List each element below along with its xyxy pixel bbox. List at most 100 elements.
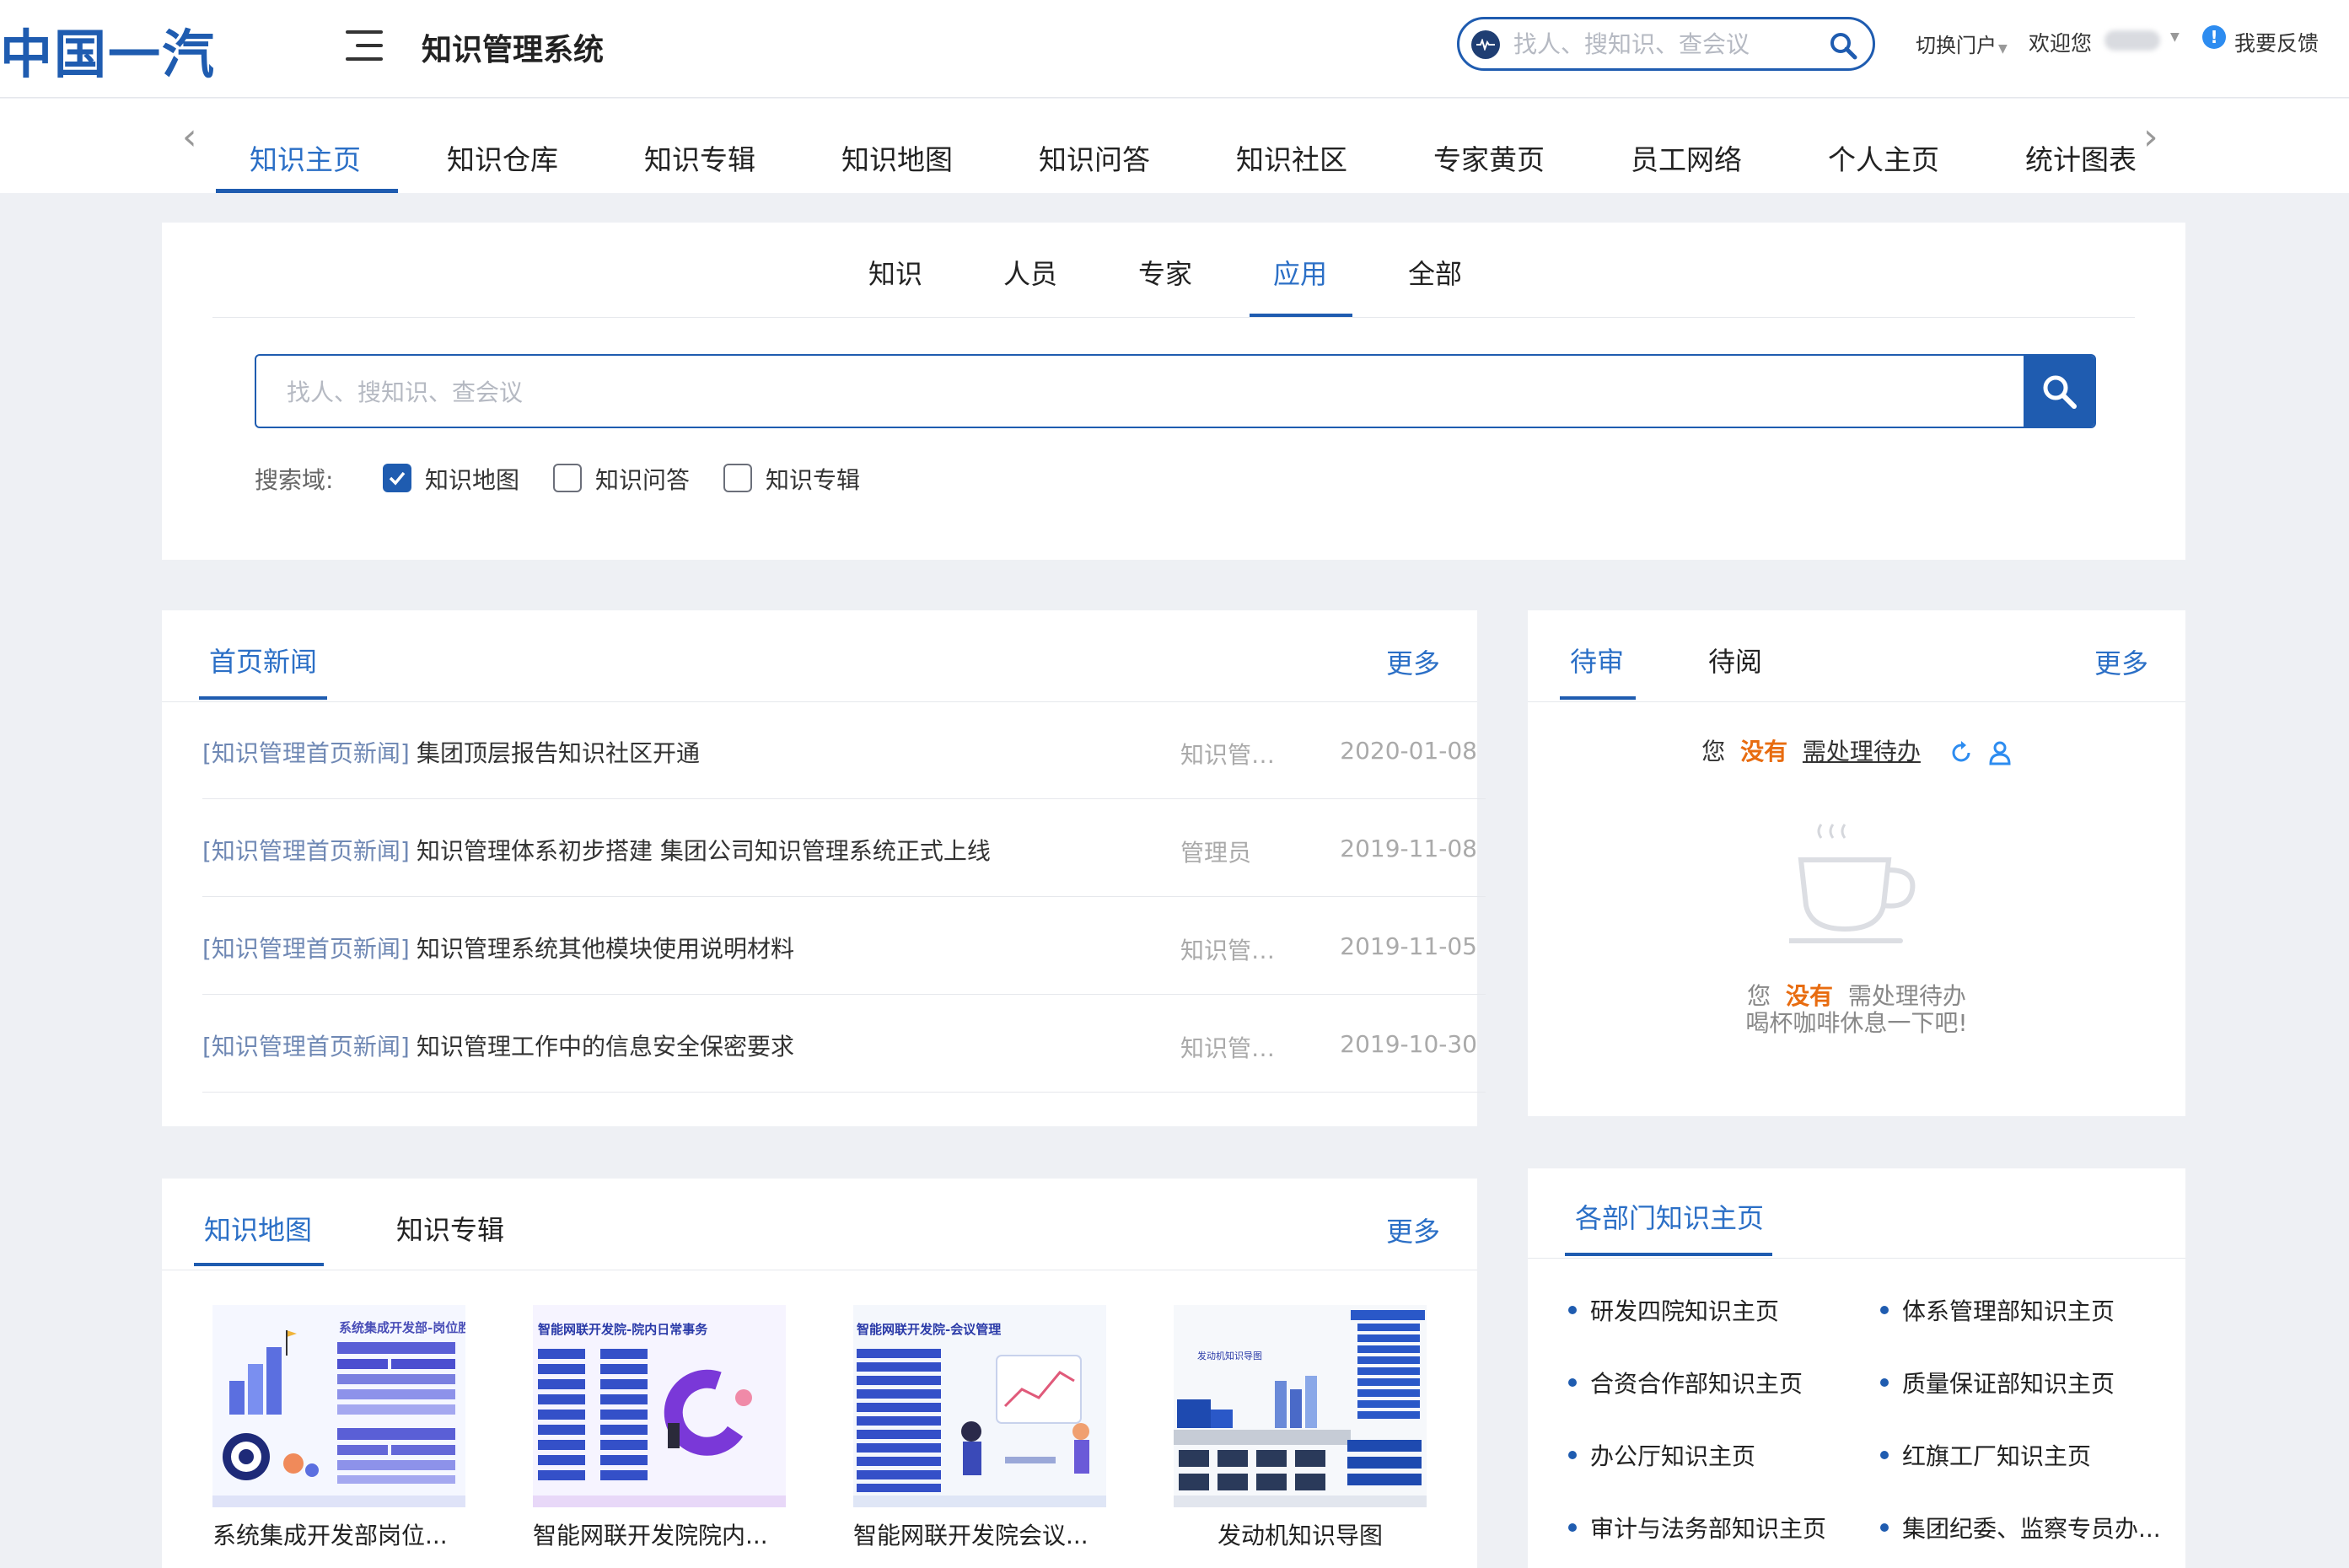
nav-tab-personal[interactable]: 个人主页 xyxy=(1828,137,1939,178)
domain-checkbox-album[interactable] xyxy=(723,464,752,492)
search-tab-all[interactable]: 全部 xyxy=(1408,253,1462,292)
nav-tab-statistics[interactable]: 统计图表 xyxy=(2025,137,2137,178)
news-title[interactable]: 知识管理工作中的信息安全保密要求 xyxy=(417,1028,794,1062)
nav-tab-home[interactable]: 知识主页 xyxy=(250,137,361,178)
search-icon[interactable] xyxy=(1829,31,1857,60)
news-date: 2019-11-08 xyxy=(1340,835,1477,862)
user-icon[interactable] xyxy=(1988,740,2012,765)
departments-card: 各部门知识主页 研发四院知识主页 体系管理部知识主页 合资合作部知识主页 质量保… xyxy=(1528,1168,2185,1568)
bullet-icon xyxy=(1568,1451,1577,1459)
pending-more-link[interactable]: 更多 xyxy=(2094,642,2148,681)
news-category[interactable]: [知识管理首页新闻] xyxy=(202,833,410,867)
user-name-redacted[interactable] xyxy=(2104,30,2160,51)
map-thumbnail-daily-affairs[interactable]: 智能网联开发院-院内日常事务 xyxy=(533,1305,786,1507)
search-tab-knowledge[interactable]: 知识 xyxy=(868,253,922,292)
domain-checkbox-map[interactable] xyxy=(383,464,411,492)
map-thumbnail-caption[interactable]: 智能网联开发院院内... xyxy=(533,1517,794,1551)
news-tab-indicator xyxy=(199,696,327,700)
search-tab-apps[interactable]: 应用 xyxy=(1273,253,1327,292)
nav-tab-experts[interactable]: 专家黄页 xyxy=(1433,137,1545,178)
feedback-link[interactable]: 我要反馈 xyxy=(2234,27,2319,57)
main-nav: ‹ 知识主页 知识仓库 知识专辑 知识地图 知识问答 知识社区 专家黄页 员工网… xyxy=(0,99,2349,193)
news-category[interactable]: [知识管理首页新闻] xyxy=(202,1028,410,1062)
departments-tab-indicator xyxy=(1565,1253,1772,1256)
bullet-icon xyxy=(1880,1451,1889,1459)
domain-checkbox-qa[interactable] xyxy=(553,464,582,492)
news-author: 知识管理员 xyxy=(1180,741,1280,769)
search-domain-label: 搜索域: xyxy=(255,466,334,494)
pending-todo-link[interactable]: 需处理待办 xyxy=(1803,738,1921,765)
news-author: 知识管理员 xyxy=(1180,937,1280,964)
dept-link[interactable]: 红旗工厂知识主页 xyxy=(1880,1438,2091,1472)
map-thumbnail-caption[interactable]: 智能网联开发院会议... xyxy=(853,1517,1115,1551)
map-more-link[interactable]: 更多 xyxy=(1386,1211,1440,1249)
domain-label-qa[interactable]: 知识问答 xyxy=(595,462,690,496)
header-search-input[interactable] xyxy=(1513,26,1800,62)
refresh-icon[interactable] xyxy=(1949,740,1974,765)
news-category[interactable]: [知识管理首页新闻] xyxy=(202,735,410,769)
dept-link[interactable]: 质量保证部知识主页 xyxy=(1880,1366,2115,1399)
divider xyxy=(1528,1258,2185,1259)
dept-link[interactable]: 合资合作部知识主页 xyxy=(1568,1366,1803,1399)
chevron-right-icon[interactable]: › xyxy=(2143,115,2158,158)
nav-tab-community[interactable]: 知识社区 xyxy=(1236,137,1347,178)
search-tab-people[interactable]: 人员 xyxy=(1003,253,1057,292)
top-header: 中国一汽 知识管理系统 切换门户▼ 欢迎您 ▼ ! 我要反馈 xyxy=(0,0,2349,98)
system-title: 知识管理系统 xyxy=(422,33,605,67)
faw-logo[interactable]: 中国一汽 xyxy=(0,12,216,88)
nav-tab-album[interactable]: 知识专辑 xyxy=(644,137,755,178)
pending-count-none: 没有 xyxy=(1740,738,1788,765)
map-thumbnail-meeting-mgmt[interactable]: 智能网联开发院-会议管理 xyxy=(853,1305,1106,1507)
map-thumbnail-caption[interactable]: 发动机知识导图 xyxy=(1218,1517,1479,1551)
tab-knowledge-album[interactable]: 知识专辑 xyxy=(396,1209,504,1248)
check-icon xyxy=(389,471,406,486)
nav-tab-strip: 知识主页 知识仓库 知识专辑 知识地图 知识问答 知识社区 专家黄页 员工网络 … xyxy=(177,99,2138,193)
nav-tab-qa[interactable]: 知识问答 xyxy=(1039,137,1150,178)
search-scope-icon[interactable] xyxy=(1471,30,1500,59)
news-row[interactable]: [知识管理首页新闻] 知识管理工作中的信息安全保密要求 知识管理员 2019-1… xyxy=(202,995,1486,1093)
menu-icon[interactable] xyxy=(346,29,383,62)
thumb-banner: 智能网联开发院-会议管理 xyxy=(857,1322,1001,1337)
bullet-icon xyxy=(1568,1306,1577,1314)
departments-card-title[interactable]: 各部门知识主页 xyxy=(1575,1197,1764,1236)
news-title[interactable]: 知识管理系统其他模块使用说明材料 xyxy=(417,931,794,964)
dept-link[interactable]: 集团纪委、监察专员办... xyxy=(1880,1511,2161,1544)
news-row[interactable]: [知识管理首页新闻] 集团顶层报告知识社区开通 知识管理员 2020-01-08 xyxy=(202,701,1486,799)
portal-switch-dropdown[interactable]: 切换门户 ▼ xyxy=(1916,29,2008,58)
tab-pending-review[interactable]: 待审 xyxy=(1570,641,1624,679)
news-date: 2020-01-08 xyxy=(1340,737,1477,765)
main-search-button[interactable] xyxy=(2024,356,2094,427)
news-title[interactable]: 集团顶层报告知识社区开通 xyxy=(417,735,700,769)
map-thumbnail-system-integration[interactable]: 系统集成开发部-岗位胜任 xyxy=(212,1305,465,1507)
thumb-banner: 系统集成开发部-岗位胜任 xyxy=(339,1320,465,1335)
bullet-icon xyxy=(1880,1306,1889,1314)
map-thumbnail-engine[interactable]: 发动机知识导图 xyxy=(1174,1305,1427,1507)
main-search-input[interactable] xyxy=(287,374,1889,410)
news-more-link[interactable]: 更多 xyxy=(1386,642,1440,681)
divider xyxy=(212,317,2135,318)
dept-link[interactable]: 研发四院知识主页 xyxy=(1568,1293,1779,1327)
divider xyxy=(1528,701,2185,702)
feedback-icon[interactable]: ! xyxy=(2202,25,2226,49)
nav-tab-map[interactable]: 知识地图 xyxy=(841,137,953,178)
dept-link[interactable]: 办公厅知识主页 xyxy=(1568,1438,1755,1472)
news-row[interactable]: [知识管理首页新闻] 知识管理系统其他模块使用说明材料 知识管理员 2019-1… xyxy=(202,897,1486,995)
domain-label-map[interactable]: 知识地图 xyxy=(425,462,519,496)
news-category[interactable]: [知识管理首页新闻] xyxy=(202,931,410,964)
nav-tab-repository[interactable]: 知识仓库 xyxy=(447,137,558,178)
news-title[interactable]: 知识管理体系初步搭建 集团公司知识管理系统正式上线 xyxy=(417,833,991,867)
main-search-box xyxy=(255,354,2096,428)
tab-knowledge-map[interactable]: 知识地图 xyxy=(204,1209,312,1248)
map-thumbnail-caption[interactable]: 系统集成开发部岗位... xyxy=(212,1517,474,1551)
domain-label-album[interactable]: 知识专辑 xyxy=(766,462,860,496)
dept-link[interactable]: 审计与法务部知识主页 xyxy=(1568,1511,1826,1544)
news-row[interactable]: [知识管理首页新闻] 知识管理体系初步搭建 集团公司知识管理系统正式上线 管理员… xyxy=(202,799,1486,897)
chevron-down-icon[interactable]: ▼ xyxy=(2170,30,2180,44)
nav-tab-staff-network[interactable]: 员工网络 xyxy=(1631,137,1742,178)
search-tab-experts[interactable]: 专家 xyxy=(1138,253,1192,292)
news-card-title[interactable]: 首页新闻 xyxy=(209,641,317,679)
pending-card: 待审 待阅 更多 您 没有 需处理待办 您 没有 需处理待办 喝杯咖啡休息一下吧… xyxy=(1528,610,2185,1116)
tab-pending-read[interactable]: 待阅 xyxy=(1708,641,1762,679)
news-author: 管理员 xyxy=(1180,839,1252,867)
dept-link[interactable]: 体系管理部知识主页 xyxy=(1880,1293,2115,1327)
